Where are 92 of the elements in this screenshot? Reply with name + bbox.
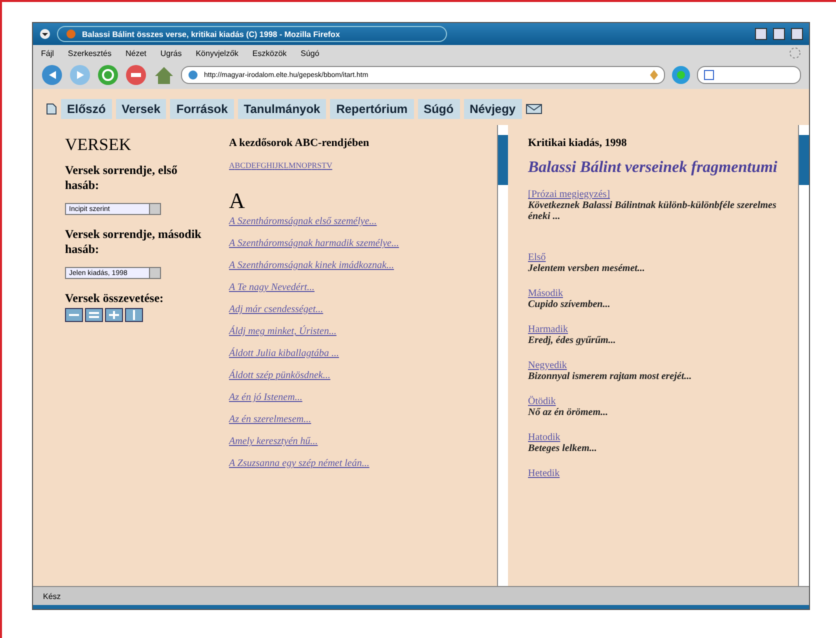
equals-icon[interactable] xyxy=(85,308,103,322)
letter-link[interactable]: S xyxy=(317,161,322,170)
search-engine-icon xyxy=(704,70,714,80)
menu-icon[interactable] xyxy=(39,28,51,40)
letter-link[interactable]: F xyxy=(256,161,261,170)
nav-tab[interactable]: Versek xyxy=(116,99,166,119)
columns-icon[interactable] xyxy=(125,308,143,322)
letter-link[interactable]: N xyxy=(296,161,302,170)
nav-tab[interactable]: Tanulmányok xyxy=(238,99,326,119)
search-field[interactable] xyxy=(697,66,801,84)
menu-item[interactable]: Ugrás xyxy=(160,48,182,58)
letter-link[interactable]: H xyxy=(266,161,272,170)
letter-link[interactable]: I xyxy=(272,161,275,170)
edition-label: Kritikai kiadás, 1998 xyxy=(528,137,628,149)
plus-icon[interactable] xyxy=(105,308,123,322)
menu-item[interactable]: Könyvjelzők xyxy=(196,48,238,58)
nav-tab[interactable]: Előszó xyxy=(61,99,112,119)
poem-link[interactable]: Ötödik xyxy=(528,396,556,407)
scrollbar[interactable] xyxy=(798,125,809,586)
poem-link[interactable]: Áldott Julia kiballagtába ... xyxy=(229,348,339,359)
list-heading: A kezdősorok ABC-rendjében xyxy=(229,137,370,149)
poem-link[interactable]: Az én szerelmesem... xyxy=(229,414,312,425)
sort-label: Versek sorrendje, első hasáb: xyxy=(65,163,178,193)
poem-link[interactable]: A Szentháromságnak első személye... xyxy=(229,216,377,227)
window-title: Balassi Bálint összes verse, kritikai kiadás (C) 1998 - Mozilla Firefox xyxy=(82,30,340,38)
first-line: Bizonnyal ismerem rajtam most erejét... xyxy=(528,371,693,382)
first-line: Beteges lelkem... xyxy=(528,443,598,454)
back-icon[interactable] xyxy=(41,64,63,86)
collection-title: Balassi Bálint verseinek fragmentumi xyxy=(528,159,778,177)
nav-tab[interactable]: Súgó xyxy=(418,99,460,119)
minus-icon[interactable] xyxy=(65,308,83,322)
poem-link[interactable]: Adj már csendességet... xyxy=(229,304,324,315)
first-line: Cupido szívemben... xyxy=(528,299,612,310)
poem-link[interactable]: Áldott szép pünkösdnek... xyxy=(229,370,330,381)
close-button[interactable] xyxy=(791,28,803,40)
poem-link[interactable]: Negyedik xyxy=(528,360,567,371)
poem-link[interactable]: A Szentháromságnak harmadik személye... xyxy=(229,238,399,249)
letter-link[interactable]: G xyxy=(260,161,266,170)
first-line: Nő az én örömem... xyxy=(528,407,609,418)
menu-item[interactable]: Eszközök xyxy=(252,48,287,58)
menu-item[interactable]: Nézet xyxy=(125,48,146,58)
first-line: Eredj, édes gyűrűm... xyxy=(528,335,617,346)
fox-logo-icon xyxy=(66,29,76,39)
stop-icon[interactable] xyxy=(125,64,147,86)
letter-link[interactable]: B xyxy=(234,161,240,170)
poem-link[interactable]: Hetedik xyxy=(528,468,560,479)
letter-link[interactable]: A xyxy=(229,161,235,170)
letter-link[interactable]: L xyxy=(284,161,289,170)
first-line: Jelentem versben mesémet... xyxy=(528,263,646,274)
status-text: Kész xyxy=(43,592,61,600)
poem-link[interactable]: Amely keresztyén hű... xyxy=(229,436,318,447)
poem-link[interactable]: [Prózai megjegyzés] xyxy=(528,189,610,200)
letter-link[interactable]: J xyxy=(274,161,278,170)
letter-link[interactable]: O xyxy=(302,161,308,170)
poem-link[interactable]: Áldj meg minket, Úristen... xyxy=(229,326,336,337)
menu-item[interactable]: Fájl xyxy=(41,48,54,58)
maximize-button[interactable] xyxy=(773,28,785,40)
poem-link[interactable]: Második xyxy=(528,288,563,299)
globe-icon xyxy=(188,70,198,80)
menu-item[interactable]: Szerkesztés xyxy=(68,48,112,58)
nav-tab[interactable]: Repertórium xyxy=(330,99,414,119)
letter-heading: A xyxy=(229,188,246,214)
letter-link[interactable]: V xyxy=(326,161,332,170)
reload-icon[interactable] xyxy=(97,64,119,86)
letter-link[interactable]: K xyxy=(278,161,284,170)
page-icon xyxy=(45,103,57,115)
mail-icon[interactable] xyxy=(526,103,542,115)
section-heading: VERSEK xyxy=(65,135,132,155)
poem-link[interactable]: A Zsuzsanna egy szép német leán... xyxy=(229,458,370,469)
poem-link[interactable]: A Szentháromságnak kinek imádkoznak... xyxy=(229,260,394,271)
letter-link[interactable]: R xyxy=(312,161,318,170)
letter-link[interactable]: P xyxy=(307,161,312,170)
poem-link[interactable]: Harmadik xyxy=(528,324,568,335)
home-icon[interactable] xyxy=(153,64,175,86)
letter-link[interactable]: M xyxy=(288,161,296,170)
letter-link[interactable]: D xyxy=(245,161,252,170)
letter-link[interactable]: C xyxy=(240,161,246,170)
letter-link[interactable]: E xyxy=(251,161,256,170)
nav-tab[interactable]: Források xyxy=(170,99,234,119)
throbber-icon xyxy=(789,47,801,59)
first-line: Következnek Balassi Bálintnak különb-különbféle szerelmes éneki ... xyxy=(528,200,778,222)
compare-label: Versek összevetése: xyxy=(65,291,165,306)
menu-item[interactable]: Súgó xyxy=(300,48,320,58)
poem-link[interactable]: Az én jó Istenem... xyxy=(229,392,302,403)
minimize-button[interactable] xyxy=(755,28,767,40)
letter-link[interactable]: T xyxy=(322,161,326,170)
nav-tab[interactable]: Névjegy xyxy=(464,99,522,119)
scrollbar[interactable] xyxy=(497,125,508,586)
poem-link[interactable]: Első xyxy=(528,252,546,263)
poem-link[interactable]: A Te nagy Nevedért... xyxy=(229,282,315,293)
sort-label: Versek sorrendje, második hasáb: xyxy=(65,227,202,257)
poem-link[interactable]: Hatodik xyxy=(528,432,560,443)
